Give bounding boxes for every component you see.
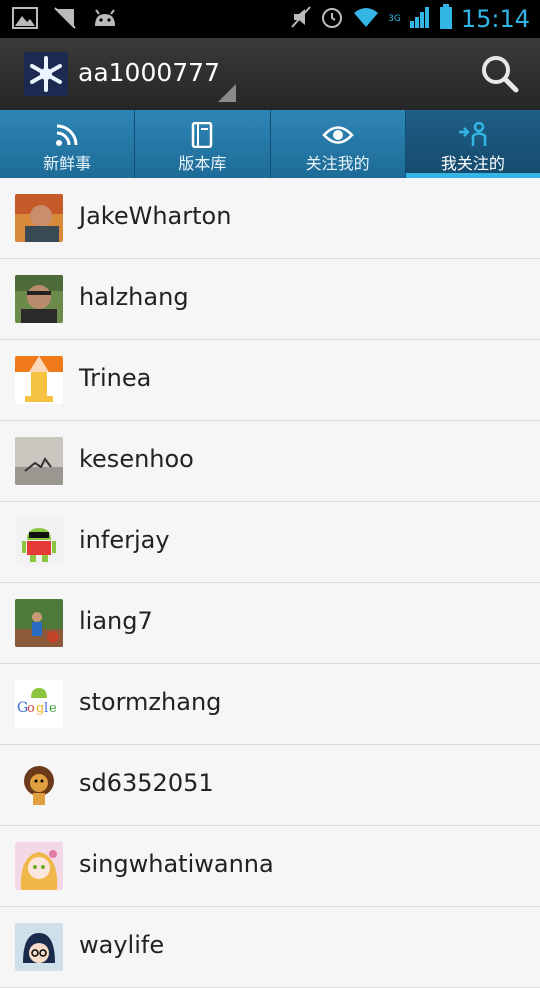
snowflake-icon xyxy=(24,52,68,96)
list-item[interactable]: waylife xyxy=(0,907,540,988)
tab-label: 新鲜事 xyxy=(43,154,92,173)
avatar xyxy=(15,194,63,242)
avatar xyxy=(15,599,63,647)
tab-repositories[interactable]: 版本库 xyxy=(135,110,271,178)
gallery-icon xyxy=(12,6,38,30)
svg-text:o: o xyxy=(27,701,35,716)
username: halzhang xyxy=(79,283,189,311)
avatar xyxy=(15,356,63,404)
list-item[interactable]: singwhatiwanna xyxy=(0,826,540,907)
signal-off-icon xyxy=(52,6,78,30)
list-item[interactable]: halzhang xyxy=(0,259,540,340)
following-list: JakeWharton halzhang Trinea kesenhoo inf… xyxy=(0,178,540,988)
tab-label: 关注我的 xyxy=(305,154,370,173)
svg-text:e: e xyxy=(49,701,57,716)
book-icon xyxy=(191,122,213,148)
search-button[interactable] xyxy=(478,52,522,96)
system-icons: 3G 15:14 xyxy=(290,4,530,34)
avatar xyxy=(15,923,63,971)
username: waylife xyxy=(79,931,165,959)
tab-followers[interactable]: 关注我的 xyxy=(271,110,406,178)
list-item[interactable]: JakeWharton xyxy=(0,178,540,259)
username: sd6352051 xyxy=(79,769,214,797)
tab-bar: 新鲜事 版本库 关注我的 我关注的 xyxy=(0,110,540,178)
avatar xyxy=(15,518,63,566)
search-icon xyxy=(482,56,519,93)
tab-label: 我关注的 xyxy=(440,154,505,173)
android-icon xyxy=(92,6,118,30)
username: inferjay xyxy=(79,526,170,554)
mute-icon xyxy=(290,5,312,33)
rss-icon xyxy=(55,122,79,148)
network-type: 3G xyxy=(388,14,401,24)
username: singwhatiwanna xyxy=(79,850,274,878)
list-item[interactable]: sd6352051 xyxy=(0,745,540,826)
list-item[interactable]: inferjay xyxy=(0,502,540,583)
avatar: Gogle xyxy=(15,680,63,728)
wifi-icon xyxy=(352,5,380,33)
username: Trinea xyxy=(79,364,152,392)
username: liang7 xyxy=(79,607,153,635)
username: kesenhoo xyxy=(79,445,194,473)
user-avatar[interactable] xyxy=(24,52,68,96)
account-name[interactable]: aa1000777 xyxy=(78,58,220,87)
alarm-icon xyxy=(320,5,344,33)
cell-signal-icon xyxy=(409,5,431,33)
notification-icons xyxy=(12,6,118,30)
tab-news[interactable]: 新鲜事 xyxy=(0,110,136,178)
list-item[interactable]: kesenhoo xyxy=(0,421,540,502)
avatar xyxy=(15,437,63,485)
tab-following[interactable]: 我关注的 xyxy=(405,110,540,178)
svg-text:l: l xyxy=(44,701,48,716)
battery-icon xyxy=(439,4,453,34)
account-dropdown-icon[interactable] xyxy=(218,84,236,102)
avatar xyxy=(15,761,63,809)
username: stormzhang xyxy=(79,688,222,716)
tab-label: 版本库 xyxy=(178,154,227,173)
avatar xyxy=(15,275,63,323)
avatar xyxy=(15,842,63,890)
list-item[interactable]: liang7 xyxy=(0,583,540,664)
list-item[interactable]: Trinea xyxy=(0,340,540,421)
list-item[interactable]: Gogle stormzhang xyxy=(0,664,540,745)
eye-icon xyxy=(321,122,354,148)
username: JakeWharton xyxy=(79,202,232,230)
status-time: 15:14 xyxy=(460,5,530,33)
follow-person-icon xyxy=(458,122,488,148)
status-bar: 3G 15:14 xyxy=(0,0,540,38)
action-bar: aa1000777 xyxy=(0,38,540,111)
